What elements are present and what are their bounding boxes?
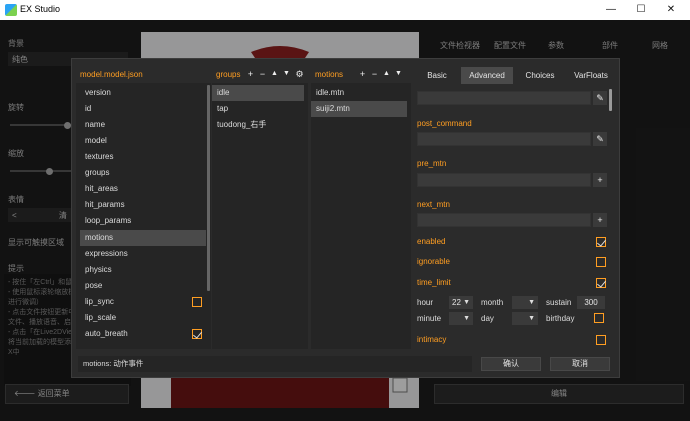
groups-column-header: groups + − ▲ ▼ ⚙ <box>212 67 308 82</box>
minute-label: minute <box>417 314 442 323</box>
tab-varfloats[interactable]: VarFloats <box>565 67 617 84</box>
model-column-header: model.model.json <box>76 67 211 82</box>
add-icon[interactable]: + <box>245 68 256 80</box>
chevron-down-icon: ▼ <box>528 299 535 306</box>
config-editor-dialog: model.model.json version id name model t… <box>71 58 620 378</box>
post-command-field[interactable] <box>417 132 591 146</box>
minute-dropdown[interactable]: ▼ <box>449 312 473 325</box>
model-list-scrollbar[interactable] <box>207 85 210 291</box>
gear-icon[interactable]: ⚙ <box>294 68 305 80</box>
app-logo-icon <box>5 4 17 16</box>
list-item[interactable]: tuodong_右手 <box>212 117 304 133</box>
time-limit-label: time_limit <box>417 278 451 287</box>
list-item[interactable]: name <box>80 117 206 133</box>
close-button[interactable]: ✕ <box>656 2 686 18</box>
list-item[interactable]: hit_areas <box>80 181 206 197</box>
minimize-button[interactable]: — <box>596 2 626 18</box>
list-item[interactable]: expressions <box>80 246 206 262</box>
hour-label: hour <box>417 298 434 307</box>
remove-icon[interactable]: − <box>369 68 380 80</box>
tab-advanced[interactable]: Advanced <box>461 67 513 84</box>
add-icon[interactable]: + <box>593 213 607 227</box>
cancel-button[interactable]: 取消 <box>550 357 610 371</box>
day-dropdown[interactable]: ▼ <box>512 312 538 325</box>
enabled-checkbox[interactable] <box>596 237 606 247</box>
chevron-down-icon: ▼ <box>463 315 470 322</box>
edit-icon[interactable]: ✎ <box>593 91 607 105</box>
list-item[interactable]: physics <box>80 262 206 278</box>
intimacy-label: intimacy <box>417 335 447 344</box>
groups-list: idle tap tuodong_右手 <box>212 83 308 349</box>
birthday-label: birthday <box>546 314 575 323</box>
remove-icon[interactable]: − <box>257 68 268 80</box>
intimacy-checkbox[interactable] <box>596 335 606 345</box>
add-icon[interactable]: + <box>593 173 607 187</box>
list-item[interactable]: hit_params <box>80 197 206 213</box>
pre-mtn-label: pre_mtn <box>417 159 447 168</box>
month-label: month <box>481 298 504 307</box>
next-mtn-field[interactable] <box>417 213 591 227</box>
motions-list: idle.mtn suiji2.mtn <box>311 83 411 349</box>
list-item[interactable]: textures <box>80 149 206 165</box>
time-limit-checkbox[interactable] <box>596 278 606 288</box>
list-item[interactable]: groups <box>80 165 206 181</box>
add-icon[interactable]: + <box>357 68 368 80</box>
list-item-selected[interactable]: motions <box>80 230 206 246</box>
chevron-down-icon: ▼ <box>528 315 535 322</box>
ignorable-checkbox[interactable] <box>596 257 606 267</box>
month-dropdown[interactable]: ▼ <box>512 296 538 309</box>
status-description: motions: 动作事件 <box>78 356 472 372</box>
list-item[interactable]: idle.mtn <box>311 85 407 101</box>
tab-choices[interactable]: Choices <box>515 67 565 84</box>
motions-column-header: motions + − ▲ ▼ <box>311 67 411 82</box>
auto-breath-checkbox[interactable] <box>192 329 202 339</box>
list-item[interactable]: lip_sync <box>80 294 206 310</box>
move-down-icon[interactable]: ▼ <box>281 68 292 80</box>
list-item[interactable]: pose <box>80 278 206 294</box>
enabled-label: enabled <box>417 237 446 246</box>
tab-basic[interactable]: Basic <box>415 67 459 84</box>
move-down-icon[interactable]: ▼ <box>393 68 404 80</box>
model-column-title: model.model.json <box>80 70 143 79</box>
pre-mtn-field[interactable] <box>417 173 591 187</box>
list-item-selected[interactable]: suiji2.mtn <box>311 101 407 117</box>
list-item[interactable]: lip_scale <box>80 310 206 326</box>
hour-dropdown[interactable]: 22 ▼ <box>449 296 473 309</box>
next-mtn-label: next_mtn <box>417 200 450 209</box>
list-item[interactable]: version <box>80 85 206 101</box>
edit-icon[interactable]: ✎ <box>593 132 607 146</box>
list-item[interactable]: id <box>80 101 206 117</box>
list-item-selected[interactable]: idle <box>212 85 304 101</box>
list-item[interactable]: loop_params <box>80 213 206 229</box>
post-command-label: post_command <box>417 119 472 128</box>
chevron-down-icon: ▼ <box>463 299 470 306</box>
list-item[interactable]: model <box>80 133 206 149</box>
move-up-icon[interactable]: ▲ <box>269 68 280 80</box>
command-field[interactable] <box>417 91 591 105</box>
form-scrollbar[interactable] <box>609 89 612 111</box>
birthday-checkbox[interactable] <box>594 313 604 323</box>
list-item[interactable]: tap <box>212 101 304 117</box>
ignorable-label: ignorable <box>417 257 450 266</box>
sustain-label: sustain <box>546 298 572 307</box>
title-bar: EX Studio — ☐ ✕ <box>0 0 690 20</box>
day-label: day <box>481 314 494 323</box>
move-up-icon[interactable]: ▲ <box>381 68 392 80</box>
model-keys-list: version id name model textures groups hi… <box>76 83 211 349</box>
sustain-input[interactable]: 300 <box>577 296 605 309</box>
window-title: EX Studio <box>20 4 61 14</box>
motion-editor-tabs: Basic Advanced Choices VarFloats <box>415 67 617 84</box>
maximize-button[interactable]: ☐ <box>626 2 656 18</box>
hour-value: 22 <box>452 298 461 307</box>
groups-column-title: groups <box>216 70 241 79</box>
confirm-button[interactable]: 确认 <box>481 357 541 371</box>
list-item[interactable]: auto_breath <box>80 326 206 342</box>
lip-sync-checkbox[interactable] <box>192 297 202 307</box>
motions-column-title: motions <box>315 70 344 79</box>
